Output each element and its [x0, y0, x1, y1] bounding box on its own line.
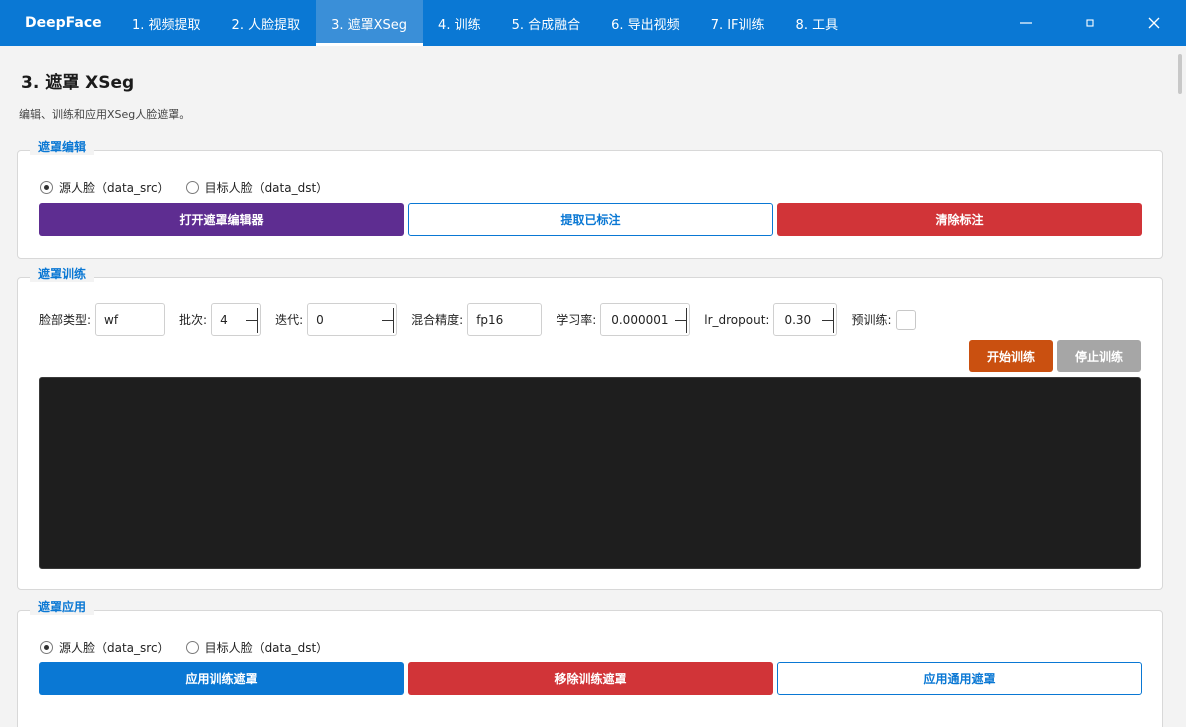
learning-rate-value: 0.000001: [611, 312, 669, 327]
apply-trained-mask-button[interactable]: 应用训练遮罩: [39, 662, 404, 695]
radio-data-dst[interactable]: 目标人脸（data_dst）: [185, 179, 329, 196]
lr-dropout-value: 0.30: [784, 312, 812, 327]
iterations-value: 0: [316, 312, 324, 327]
batch-spinbox[interactable]: 4: [211, 303, 262, 336]
maximize-button[interactable]: [1058, 0, 1122, 46]
pretrain-label: 预训练:: [851, 313, 892, 327]
training-log-console[interactable]: [39, 377, 1141, 569]
extract-labeled-button[interactable]: 提取已标注: [408, 203, 773, 236]
maximize-icon: [1086, 19, 1094, 27]
page-title: 3. 遮罩 XSeg: [21, 73, 135, 93]
pretrain-checkbox[interactable]: [895, 309, 916, 330]
close-button[interactable]: [1122, 0, 1186, 46]
train-control-buttons: 开始训练 停止训练: [969, 340, 1141, 372]
tab-video-extract[interactable]: 1. 视频提取: [117, 0, 217, 46]
lr-dropout-label: lr_dropout:: [704, 312, 770, 327]
radio-data-src[interactable]: 源人脸（data_src）: [40, 179, 170, 196]
mask-edit-buttons: 打开遮罩编辑器 提取已标注 清除标注: [39, 203, 1142, 236]
batch-label: 批次:: [179, 313, 208, 327]
spin-arrows-icon[interactable]: [245, 308, 259, 333]
tab-merge[interactable]: 5. 合成融合: [497, 0, 597, 46]
iterations-label: 迭代:: [275, 313, 304, 327]
radio-label: 目标人脸（data_dst）: [204, 641, 329, 655]
mask-train-group: 遮罩训练 脸部类型: wf 批次: 4 迭代: 0 混合精度: fp16 学习率…: [17, 266, 1163, 590]
tab-if-train[interactable]: 7. IF训练: [696, 0, 781, 46]
tab-train[interactable]: 4. 训练: [423, 0, 497, 46]
app-title: DeepFace: [25, 15, 102, 31]
stop-training-button[interactable]: 停止训练: [1057, 340, 1141, 372]
precision-label: 混合精度:: [411, 313, 464, 327]
remove-trained-mask-button[interactable]: 移除训练遮罩: [408, 662, 773, 695]
radio-indicator: [40, 641, 53, 654]
window-controls: [994, 0, 1186, 46]
minimize-button[interactable]: [994, 0, 1058, 46]
start-training-button[interactable]: 开始训练: [969, 340, 1053, 372]
face-type-input[interactable]: wf: [95, 303, 166, 336]
open-mask-editor-button[interactable]: 打开遮罩编辑器: [39, 203, 404, 236]
title-bar: DeepFace 1. 视频提取 2. 人脸提取 3. 遮罩XSeg 4. 训练…: [0, 0, 1186, 46]
apply-generic-mask-button[interactable]: 应用通用遮罩: [777, 662, 1142, 695]
tab-mask-xseg[interactable]: 3. 遮罩XSeg: [316, 0, 424, 46]
close-icon: [1148, 17, 1160, 29]
apply-face-source-radio-group: 源人脸（data_src） 目标人脸（data_dst）: [40, 639, 328, 656]
group-title-mask-apply: 遮罩应用: [30, 599, 95, 615]
vertical-scrollbar[interactable]: [1176, 46, 1186, 727]
scrollbar-thumb[interactable]: [1178, 54, 1182, 94]
face-type-label: 脸部类型:: [39, 313, 92, 327]
tab-export-video[interactable]: 6. 导出视频: [596, 0, 696, 46]
radio-label: 目标人脸（data_dst）: [204, 181, 329, 195]
radio-indicator: [185, 641, 199, 654]
tab-tools[interactable]: 8. 工具: [781, 0, 855, 46]
radio-apply-data-src[interactable]: 源人脸（data_src）: [40, 639, 170, 656]
radio-indicator: [40, 181, 53, 194]
spin-arrows-icon[interactable]: [381, 308, 395, 333]
radio-indicator: [185, 181, 199, 194]
mask-apply-group: 遮罩应用 源人脸（data_src） 目标人脸（data_dst） 应用训练遮罩…: [17, 599, 1163, 727]
page-description: 编辑、训练和应用XSeg人脸遮罩。: [19, 108, 191, 121]
page-content: 3. 遮罩 XSeg 编辑、训练和应用XSeg人脸遮罩。 遮罩编辑 源人脸（da…: [0, 46, 1176, 727]
mask-apply-buttons: 应用训练遮罩 移除训练遮罩 应用通用遮罩: [39, 662, 1142, 695]
tab-face-extract[interactable]: 2. 人脸提取: [217, 0, 317, 46]
iterations-spinbox[interactable]: 0: [307, 303, 398, 336]
spin-arrows-icon[interactable]: [821, 308, 835, 333]
group-title-mask-train: 遮罩训练: [30, 266, 95, 282]
radio-label: 源人脸（data_src）: [59, 181, 170, 195]
radio-label: 源人脸（data_src）: [59, 641, 170, 655]
learning-rate-spinbox[interactable]: 0.000001: [600, 303, 691, 336]
mask-edit-group: 遮罩编辑 源人脸（data_src） 目标人脸（data_dst） 打开遮罩编辑…: [17, 139, 1163, 259]
batch-value: 4: [220, 312, 228, 327]
spin-arrows-icon[interactable]: [674, 308, 688, 333]
minimize-icon: [1020, 22, 1032, 24]
precision-input[interactable]: fp16: [467, 303, 543, 336]
group-title-mask-edit: 遮罩编辑: [30, 139, 95, 155]
face-source-radio-group: 源人脸（data_src） 目标人脸（data_dst）: [40, 179, 328, 196]
train-params-row: 脸部类型: wf 批次: 4 迭代: 0 混合精度: fp16 学习率: 0.0…: [39, 303, 916, 336]
lr-dropout-spinbox[interactable]: 0.30: [773, 303, 838, 336]
clear-labels-button[interactable]: 清除标注: [777, 203, 1142, 236]
radio-apply-data-dst[interactable]: 目标人脸（data_dst）: [185, 639, 329, 656]
learning-rate-label: 学习率:: [556, 313, 597, 327]
